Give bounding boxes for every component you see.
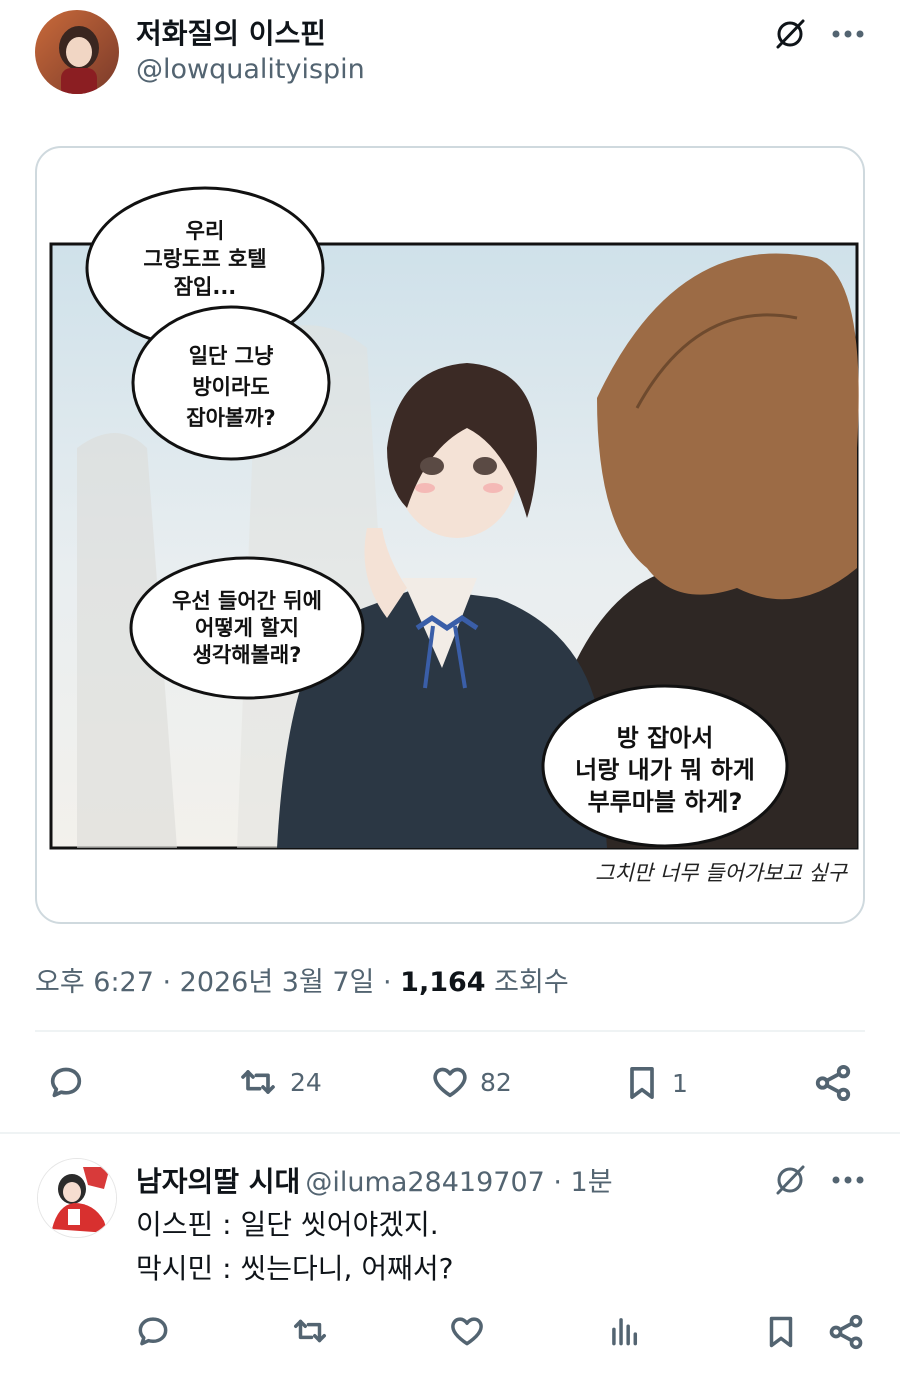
- like-button[interactable]: 82: [430, 1062, 512, 1102]
- share-icon: [815, 1064, 851, 1102]
- reply-views-button[interactable]: [606, 1312, 644, 1350]
- bubble-2-line-1: 일단 그냥: [189, 344, 274, 368]
- reply-line-1: 이스핀 : 일단 씻어야겠지.: [136, 1208, 439, 1241]
- repost-button[interactable]: 24: [236, 1062, 322, 1102]
- bubble-2-line-3: 잡아볼까?: [186, 406, 275, 430]
- bubble-3-line-1: 우선 들어간 뒤에: [172, 589, 322, 613]
- bubble-1-line-3: 잠입...: [174, 275, 237, 299]
- reply-bookmark-button[interactable]: [762, 1312, 800, 1352]
- divider-bottom: [0, 1132, 900, 1134]
- comic-caption: 그치만 너무 들어가보고 싶구: [595, 861, 849, 885]
- bubble-2-line-2: 방이라도: [192, 375, 269, 399]
- reply-icon: [138, 1317, 168, 1346]
- bubble-3-line-3: 생각해볼래?: [193, 643, 302, 667]
- bubble-1-line-2: 그랑도프 호텔: [143, 247, 266, 271]
- views-icon: [612, 1318, 638, 1346]
- views-count: 1,164: [400, 967, 486, 998]
- reply-reply-button[interactable]: [134, 1312, 172, 1350]
- more-icon[interactable]: [826, 12, 870, 56]
- grok-icon[interactable]: [768, 12, 812, 56]
- bookmark-icon: [630, 1067, 654, 1099]
- media-card[interactable]: 우리 그랑도프 호텔 잠입... 일단 그냥 방이라도 잡아볼까? 우선 들어간…: [35, 146, 865, 924]
- author-handle[interactable]: @lowqualityispin: [136, 54, 365, 85]
- post-meta: 오후 6:27 · 2026년 3월 7일 · 1,164 조회수: [35, 960, 569, 999]
- bookmark-icon: [769, 1316, 793, 1348]
- reply-share-button[interactable]: [826, 1312, 866, 1352]
- like-icon: [451, 1317, 483, 1346]
- bubble-4-line-3: 부루마블 하게?: [588, 788, 743, 816]
- reply-line-2: 막시민 : 씻는다니, 어째서?: [136, 1252, 454, 1285]
- divider-top: [35, 1030, 865, 1032]
- bookmark-button[interactable]: 1: [622, 1062, 688, 1104]
- bubble-1-line-1: 우리: [186, 219, 225, 243]
- reply-author-handle[interactable]: @iluma28419707 · 1분: [305, 1167, 612, 1198]
- reply-repost-button[interactable]: [290, 1312, 330, 1350]
- reply-more-icon[interactable]: [826, 1158, 870, 1202]
- like-icon: [433, 1067, 467, 1098]
- author-avatar[interactable]: [35, 10, 119, 94]
- bubble-4-line-2: 너랑 내가 뭐 하게: [575, 756, 755, 784]
- reply-author-name[interactable]: 남자의딸 시대: [136, 1165, 300, 1198]
- reply-like-button[interactable]: [448, 1312, 486, 1350]
- repost-icon: [294, 1319, 326, 1343]
- post-timestamp[interactable]: 오후 6:27 · 2026년 3월 7일 ·: [35, 967, 400, 998]
- repost-count: 24: [290, 1067, 322, 1097]
- bubble-3-line-2: 어떻게 할지: [195, 616, 299, 640]
- repost-icon: [241, 1070, 275, 1094]
- share-icon: [829, 1314, 863, 1350]
- share-button[interactable]: [812, 1062, 854, 1104]
- bookmark-count: 1: [672, 1068, 688, 1098]
- reply-author-avatar[interactable]: [37, 1158, 117, 1238]
- bubble-4-line-1: 방 잡아서: [617, 724, 714, 752]
- reply-grok-icon[interactable]: [768, 1158, 812, 1202]
- reply-icon: [50, 1067, 82, 1098]
- reply-header: 남자의딸 시대 @iluma28419707 · 1분: [136, 1160, 613, 1200]
- like-count: 82: [480, 1067, 512, 1097]
- views-label: 조회수: [485, 967, 569, 998]
- reply-button[interactable]: [46, 1062, 86, 1102]
- avatar-image: [35, 10, 119, 94]
- reply-avatar-image: [38, 1159, 116, 1237]
- author-name[interactable]: 저화질의 이스핀: [136, 12, 326, 52]
- comic-panel-image: 우리 그랑도프 호텔 잠입... 일단 그냥 방이라도 잡아볼까? 우선 들어간…: [49, 186, 859, 885]
